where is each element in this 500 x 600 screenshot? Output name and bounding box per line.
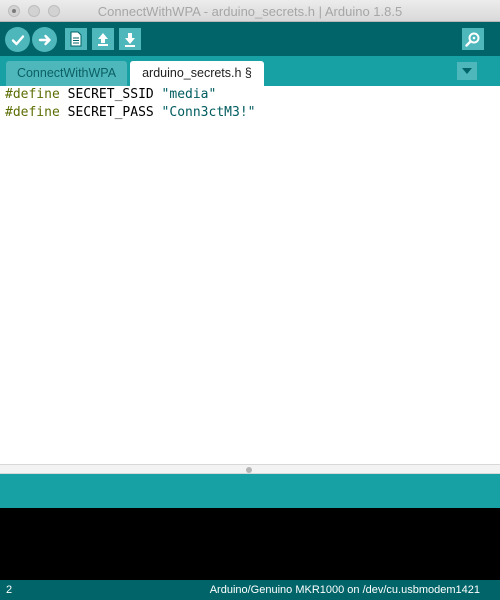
toolbar <box>0 22 500 56</box>
verify-button[interactable] <box>5 27 30 52</box>
open-button[interactable] <box>92 28 114 50</box>
save-button[interactable] <box>119 28 141 50</box>
macro-name: SECRET_PASS <box>67 105 154 120</box>
title-bar: ConnectWithWPA - arduino_secrets.h | Ard… <box>0 0 500 22</box>
code-line: #define SECRET_PASS "Conn3ctM3!" <box>5 104 255 122</box>
define-keyword: #define <box>5 105 60 120</box>
code-editor[interactable]: #define SECRET_SSID "media" #define SECR… <box>0 86 500 464</box>
tab-bar: ConnectWithWPA arduino_secrets.h § <box>0 56 500 86</box>
window-title: ConnectWithWPA - arduino_secrets.h | Ard… <box>97 4 403 19</box>
console-output[interactable] <box>0 508 500 580</box>
string-literal: "Conn3ctM3!" <box>161 105 256 120</box>
editor-console-splitter[interactable] <box>0 464 500 474</box>
new-file-icon <box>70 31 82 47</box>
arrow-down-icon <box>125 33 135 47</box>
upload-button[interactable] <box>32 27 57 52</box>
define-keyword: #define <box>5 87 60 102</box>
checkmark-icon <box>11 34 24 45</box>
arrow-right-icon <box>38 34 51 45</box>
string-literal: "media" <box>161 87 217 102</box>
status-bar: 2 Arduino/Genuino MKR1000 on /dev/cu.usb… <box>0 580 500 600</box>
arrow-up-icon <box>98 33 108 46</box>
new-sketch-button[interactable] <box>65 28 87 50</box>
tab-arduino-secrets[interactable]: arduino_secrets.h § <box>130 61 264 86</box>
splitter-handle[interactable] <box>246 467 252 473</box>
tab-connectwithwpa[interactable]: ConnectWithWPA <box>6 61 127 86</box>
serial-monitor-button[interactable] <box>462 28 484 50</box>
macro-name: SECRET_SSID <box>67 87 154 102</box>
chevron-down-icon <box>462 68 472 74</box>
code-line: #define SECRET_SSID "media" <box>5 86 216 104</box>
line-number: 2 <box>6 584 13 596</box>
message-area <box>0 474 500 508</box>
tab-menu-button[interactable] <box>457 62 477 80</box>
board-port-info: Arduino/Genuino MKR1000 on /dev/cu.usbmo… <box>209 584 480 596</box>
magnifier-icon <box>465 32 480 47</box>
